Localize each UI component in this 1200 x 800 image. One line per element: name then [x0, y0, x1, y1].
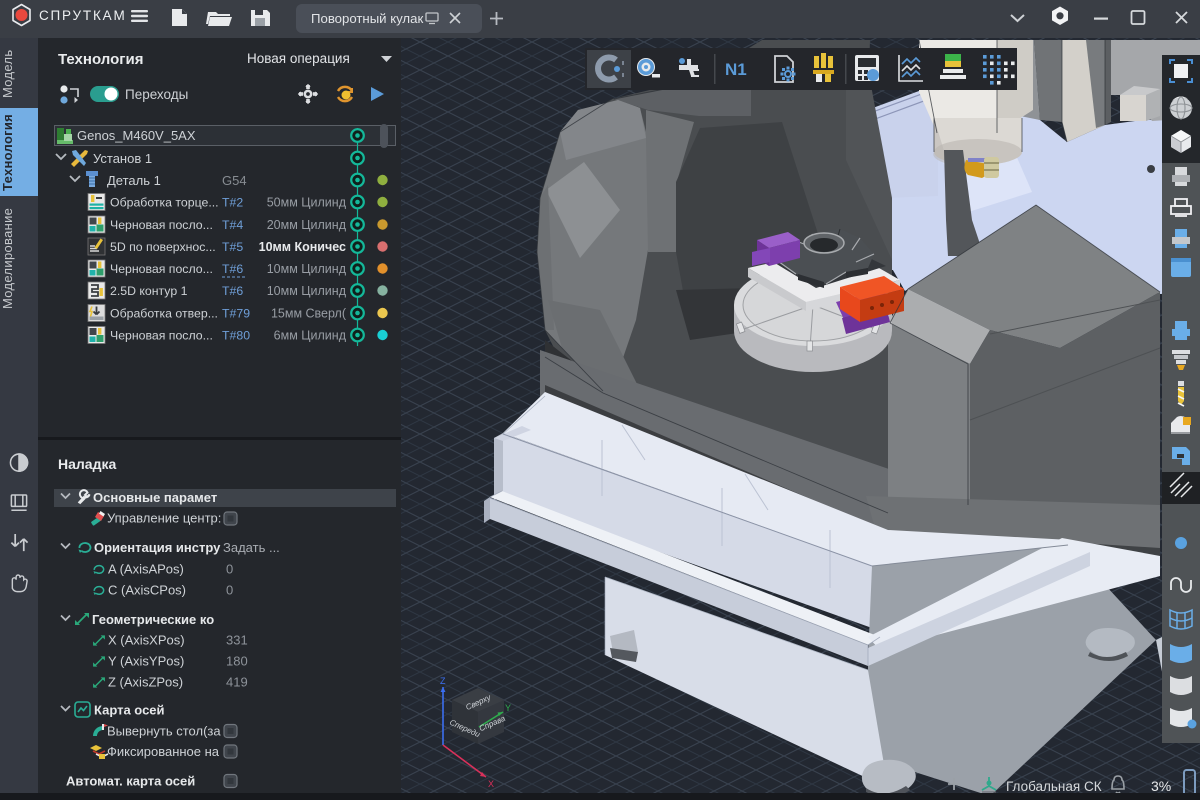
svg-text:Наладка: Наладка — [58, 456, 116, 472]
svg-text:T#4: T#4 — [222, 218, 243, 232]
svg-text:6мм Цилинд: 6мм Цилинд — [274, 329, 347, 343]
svg-text:Геометрические ко: Геометрические ко — [92, 612, 214, 627]
svg-text:0: 0 — [226, 562, 233, 577]
svg-text:20мм Цилинд: 20мм Цилинд — [267, 218, 347, 232]
svg-text:Глобальная СК: Глобальная СК — [1006, 779, 1102, 793]
svg-text:10мм Цилинд: 10мм Цилинд — [267, 284, 347, 298]
svg-text:Обработка торце...: Обработка торце... — [110, 196, 219, 210]
svg-text:Основные парамет: Основные парамет — [93, 490, 217, 505]
svg-text:Управление центр:: Управление центр: — [107, 511, 221, 526]
svg-text:Новая операция: Новая операция — [247, 51, 350, 66]
svg-text:5D по поверхнос...: 5D по поверхнос... — [110, 240, 216, 254]
svg-text:T#5: T#5 — [222, 240, 243, 254]
svg-text:Ориентация инстру: Ориентация инстру — [94, 540, 221, 555]
svg-text:Черновая посло...: Черновая посло... — [110, 329, 213, 343]
svg-text:T#6: T#6 — [222, 262, 243, 276]
svg-text:180: 180 — [226, 654, 248, 669]
svg-text:T#79: T#79 — [222, 307, 250, 321]
svg-text:T#2: T#2 — [222, 196, 243, 210]
svg-text:Y (AxisYPos): Y (AxisYPos) — [108, 654, 184, 669]
svg-text:Деталь 1: Деталь 1 — [107, 173, 161, 188]
svg-text:Genos_M460V_5AX: Genos_M460V_5AX — [77, 128, 196, 143]
svg-text:Z (AxisZPos): Z (AxisZPos) — [108, 675, 183, 690]
svg-text:Черновая посло...: Черновая посло... — [110, 218, 213, 232]
svg-text:C (AxisCPos): C (AxisCPos) — [108, 583, 186, 598]
svg-text:G54: G54 — [222, 173, 247, 188]
svg-text:СПРУТКАМ: СПРУТКАМ — [39, 8, 127, 23]
svg-text:2.5D контур 1: 2.5D контур 1 — [110, 284, 188, 298]
svg-text:A (AxisAPos): A (AxisAPos) — [108, 562, 184, 577]
svg-text:T#6: T#6 — [222, 284, 243, 298]
svg-text:0: 0 — [226, 583, 233, 598]
svg-text:50мм Цилинд: 50мм Цилинд — [267, 196, 347, 210]
svg-text:Обработка отвер...: Обработка отвер... — [110, 307, 218, 321]
svg-text:Автомат. карта осей: Автомат. карта осей — [66, 774, 195, 789]
svg-text:10мм Цилинд: 10мм Цилинд — [267, 262, 347, 276]
svg-text:X (AxisXPos): X (AxisXPos) — [108, 633, 185, 648]
svg-text:Черновая посло...: Черновая посло... — [110, 262, 213, 276]
svg-text:Карта осей: Карта осей — [94, 703, 165, 718]
svg-text:3%: 3% — [1151, 778, 1171, 793]
svg-text:Задать ...: Задать ... — [223, 540, 280, 555]
svg-text:Установ 1: Установ 1 — [93, 151, 152, 166]
svg-text:Вывернуть стол(за: Вывернуть стол(за — [107, 724, 221, 739]
svg-text:15мм Сверл(: 15мм Сверл( — [271, 307, 347, 321]
svg-text:419: 419 — [226, 675, 248, 690]
svg-text:10мм Коничес: 10мм Коничес — [259, 240, 346, 254]
svg-text:Переходы: Переходы — [125, 87, 188, 102]
svg-text:Фиксированное на: Фиксированное на — [107, 744, 220, 759]
svg-text:331: 331 — [226, 633, 248, 648]
svg-text:T#80: T#80 — [222, 329, 250, 343]
svg-text:Технология: Технология — [58, 51, 143, 68]
svg-text:Поворотный кулак: Поворотный кулак — [311, 11, 423, 26]
